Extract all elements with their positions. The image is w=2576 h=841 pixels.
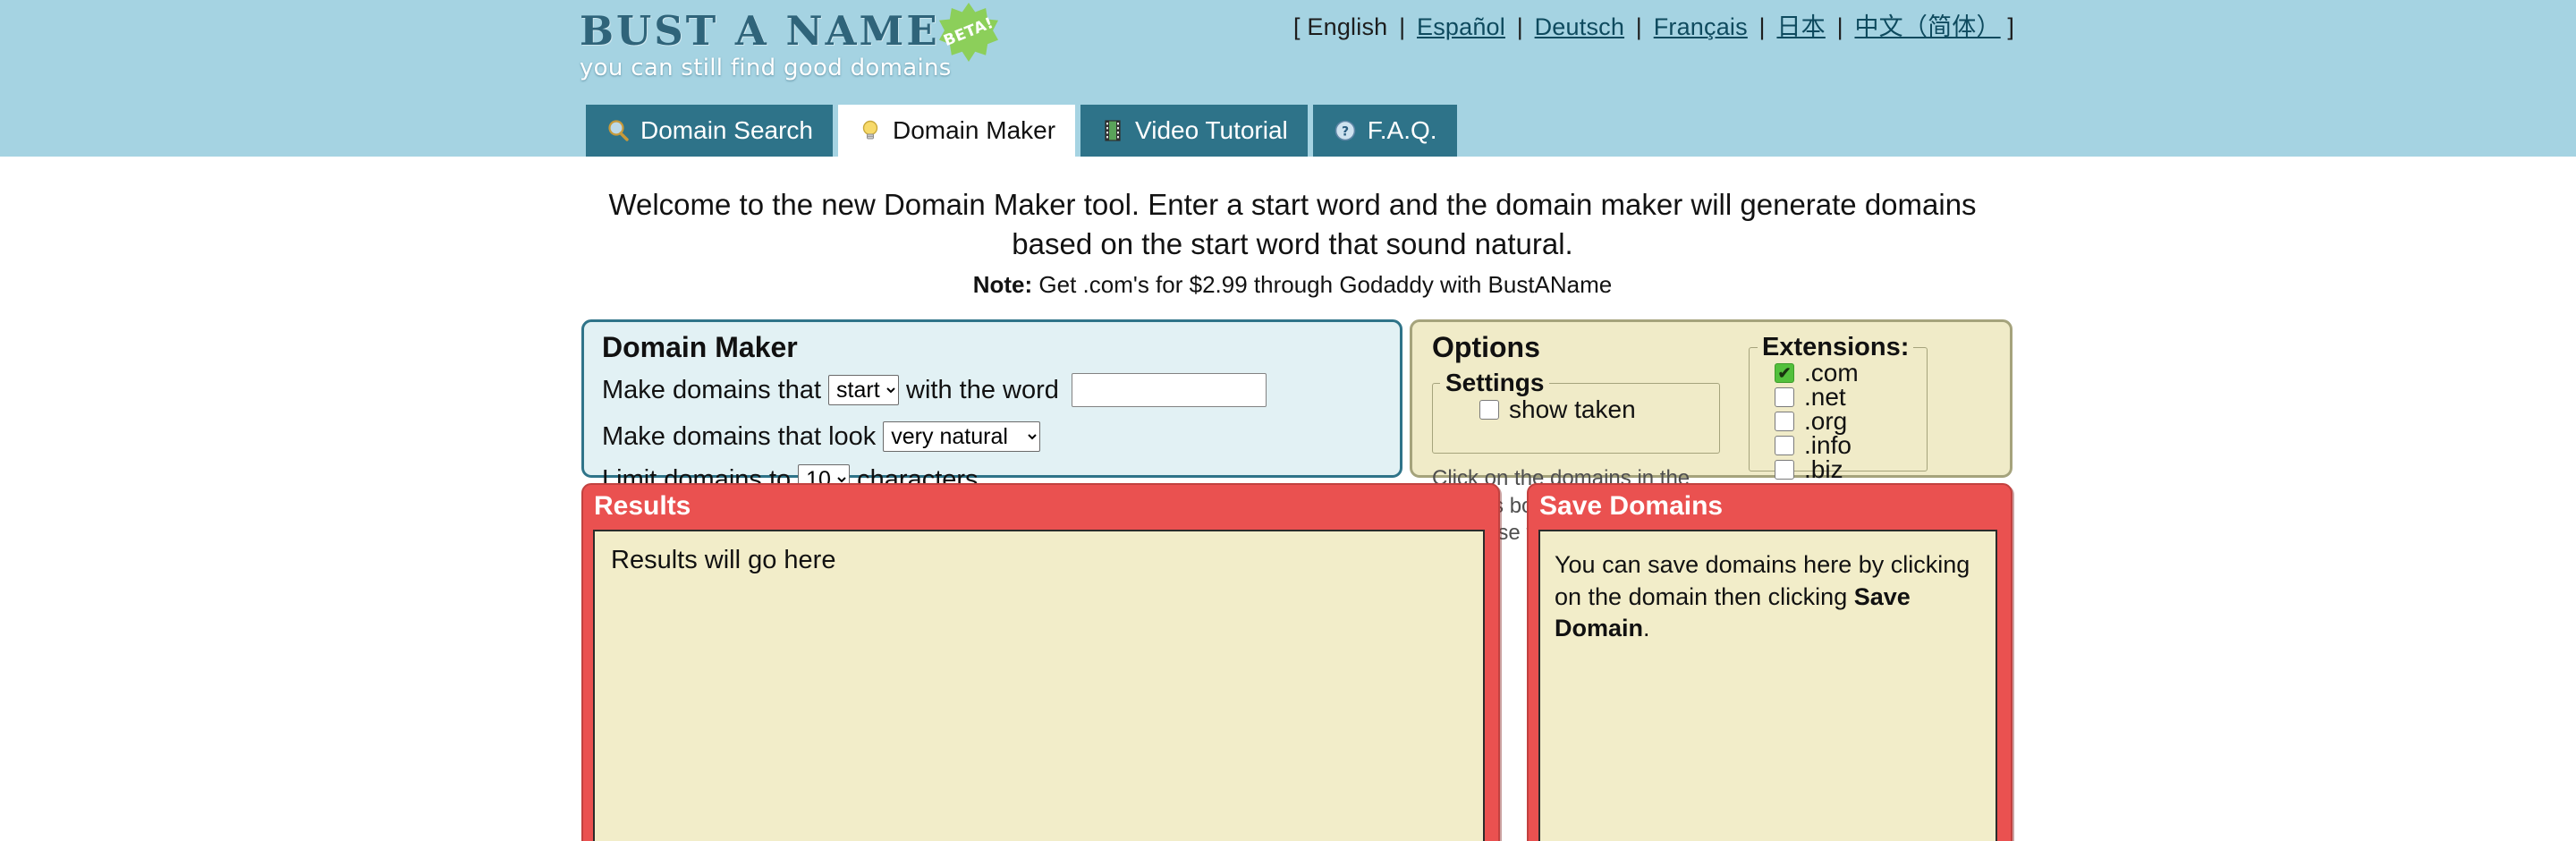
tab-domain-maker[interactable]: Domain Maker: [837, 105, 1076, 157]
language-item-japanese[interactable]: 日本: [1776, 13, 1825, 40]
extension-row-com[interactable]: .com: [1775, 359, 1927, 387]
show-taken-row[interactable]: show taken: [1433, 395, 1719, 424]
lightbulb-icon: [858, 118, 883, 143]
language-separator: |: [1836, 13, 1843, 40]
extension-row-org[interactable]: .org: [1775, 407, 1927, 435]
tab-label: Domain Maker: [892, 116, 1056, 144]
results-body[interactable]: Results will go here: [593, 530, 1485, 841]
save-domains-text-after: .: [1643, 615, 1650, 642]
options-panel: Options Settings show taken Click on the…: [1410, 319, 2012, 545]
question-circle-icon: ?: [1333, 118, 1358, 143]
domain-maker-panel: Domain Maker Make domains that start wit…: [581, 319, 1402, 556]
extension-row-biz[interactable]: .biz: [1775, 454, 1927, 483]
tab-domain-search[interactable]: Domain Search: [586, 105, 833, 157]
settings-fieldset: Settings show taken: [1432, 369, 1720, 454]
extension-checkbox-biz[interactable]: [1775, 459, 1794, 480]
tab-label: Video Tutorial: [1135, 116, 1288, 144]
extension-label: .biz: [1804, 454, 1843, 483]
language-item-francais[interactable]: Français: [1654, 13, 1748, 40]
position-row-prefix: Make domains that: [602, 375, 822, 404]
promo-note: Note: Get .com's for $2.99 through Godad…: [572, 271, 2012, 299]
language-separator: |: [1516, 13, 1523, 40]
language-item-deutsch[interactable]: Deutsch: [1535, 13, 1624, 40]
welcome-text: Welcome to the new Domain Maker tool. En…: [608, 188, 1977, 260]
position-row-suffix: with the word: [906, 375, 1059, 404]
extensions-fieldset: Extensions: .com .net .org .info: [1749, 333, 1928, 483]
save-domains-panel: Save Domains You can save domains here b…: [1527, 483, 2012, 841]
tab-faq[interactable]: ? F.A.Q.: [1312, 105, 1457, 157]
save-domains-title: Save Domains: [1539, 491, 1724, 521]
look-row: Make domains that look very natural: [602, 421, 1047, 452]
extension-checkbox-net[interactable]: [1775, 387, 1794, 407]
start-word-input[interactable]: [1071, 373, 1267, 407]
results-placeholder: Results will go here: [611, 546, 836, 574]
film-icon: [1100, 118, 1125, 143]
language-separator: |: [1758, 13, 1766, 40]
extension-checkbox-com[interactable]: [1775, 362, 1794, 383]
extension-row-net[interactable]: .net: [1775, 383, 1927, 411]
language-switcher: [ English | Español | Deutsch | Français…: [1293, 7, 2014, 42]
language-separator: |: [1635, 13, 1642, 40]
domain-maker-title: Domain Maker: [602, 331, 798, 363]
extension-row-info[interactable]: .info: [1775, 431, 1927, 459]
settings-legend: Settings: [1445, 369, 1545, 396]
extensions-list: .com .net .org .info .biz: [1750, 359, 1927, 483]
svg-text:?: ?: [1342, 125, 1349, 140]
tab-video-tutorial[interactable]: Video Tutorial: [1080, 105, 1308, 157]
position-select[interactable]: start: [828, 375, 900, 405]
language-item-chinese-simplified[interactable]: 中文（简体）: [1854, 13, 2000, 40]
position-row: Make domains that start with the word: [602, 373, 1267, 407]
options-title: Options: [1432, 331, 1540, 363]
main-tabs: Domain Search Domain Maker Video Tutoria…: [586, 105, 1457, 157]
promo-note-text: Get .com's for $2.99 through Godaddy wit…: [1032, 271, 1613, 298]
show-taken-checkbox[interactable]: [1479, 400, 1499, 420]
save-domains-body[interactable]: You can save domains here by clicking on…: [1538, 530, 1997, 841]
language-item-espanol[interactable]: Español: [1417, 13, 1505, 40]
tab-label: Domain Search: [640, 116, 813, 144]
results-panel: Results Results will go here: [581, 483, 1500, 841]
tab-label: F.A.Q.: [1367, 116, 1437, 144]
site-header: BUST A NAME you can still find good doma…: [0, 0, 2576, 157]
beta-badge-label: BETA!: [941, 13, 996, 51]
language-close-bracket: ]: [2007, 13, 2015, 40]
language-separator: |: [1399, 13, 1406, 40]
language-open-bracket: [: [1293, 13, 1301, 40]
look-select[interactable]: very natural: [883, 421, 1041, 452]
language-item-english[interactable]: English: [1307, 13, 1387, 40]
look-row-prefix: Make domains that look: [602, 421, 877, 451]
promo-note-label: Note:: [972, 271, 1033, 298]
magnifier-icon: [606, 118, 631, 143]
show-taken-label: show taken: [1509, 395, 1636, 423]
beta-badge: BETA!: [939, 3, 998, 62]
site-logo[interactable]: BUST A NAME you can still find good doma…: [580, 3, 1027, 95]
extension-checkbox-info[interactable]: [1775, 435, 1794, 455]
results-title: Results: [594, 491, 691, 521]
main-content: Welcome to the new Domain Maker tool. En…: [0, 157, 2576, 841]
extension-checkbox-org[interactable]: [1775, 411, 1794, 431]
